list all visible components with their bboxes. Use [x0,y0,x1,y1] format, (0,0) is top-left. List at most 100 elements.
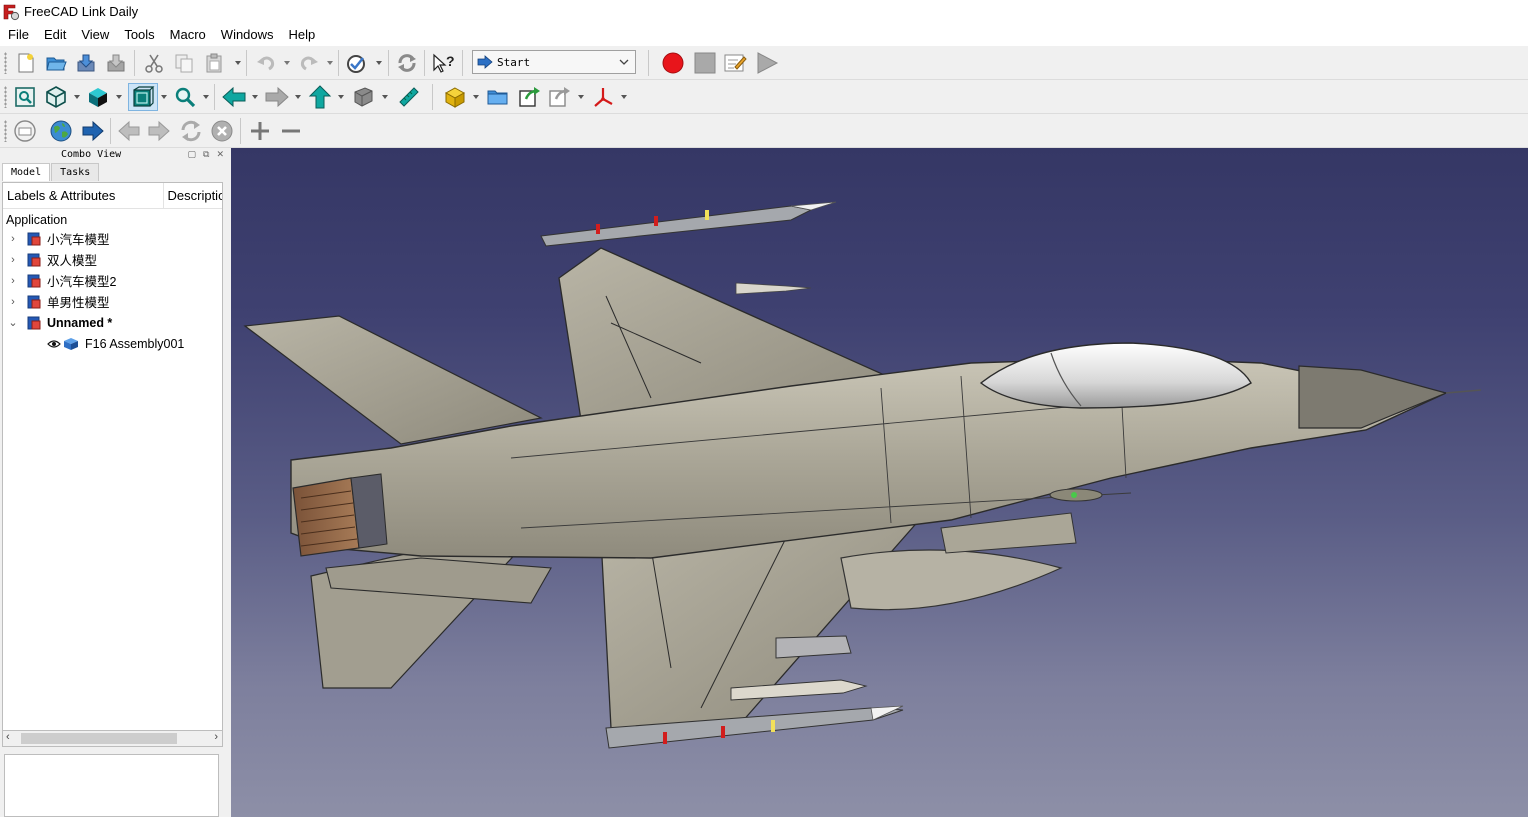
axis-dropdown-icon[interactable] [620,93,628,101]
web-forward-icon[interactable] [146,118,172,144]
f16-aircraft-model[interactable] [231,148,1528,817]
menu-view[interactable]: View [81,27,117,42]
toolbar-grip[interactable] [4,86,7,108]
forward-nav-icon[interactable] [263,84,291,110]
link-import-icon[interactable] [546,84,572,110]
new-document-icon[interactable] [14,51,38,75]
recompute-icon[interactable] [395,51,419,75]
macro-run-icon[interactable] [754,51,780,75]
toolbar-grip[interactable] [4,52,7,74]
tree-document-item[interactable]: › 小汽车模型 [3,228,222,249]
visibility-eye-icon[interactable] [47,339,61,349]
web-zoom-out-icon[interactable] [278,118,304,144]
menu-macro[interactable]: Macro [170,27,214,42]
menu-file[interactable]: File [8,27,37,42]
tree-root[interactable]: Application [3,209,222,230]
up-nav-icon[interactable] [306,84,334,110]
minimize-panel-icon[interactable]: ▢ [188,149,197,160]
forward-dropdown-icon[interactable] [294,93,302,101]
zoom-dropdown-icon[interactable] [202,93,210,101]
draw-style-dropdown-icon[interactable] [115,93,123,101]
draw-style-icon[interactable] [85,84,111,110]
link-icon[interactable] [516,84,542,110]
paste-icon[interactable] [202,51,226,75]
scroll-right-icon[interactable]: › [214,731,218,743]
up-dropdown-icon[interactable] [337,93,345,101]
chevron-right-icon[interactable]: › [7,296,19,308]
chevron-right-icon[interactable]: › [7,233,19,245]
column-header-labels[interactable]: Labels & Attributes [3,183,164,209]
paste-dropdown-icon[interactable] [234,59,242,67]
refresh-check-icon[interactable] [344,51,370,75]
save-as-icon[interactable] [104,51,128,75]
web-home-icon[interactable] [12,118,38,144]
document-icon [27,295,41,308]
web-refresh-icon[interactable] [178,118,204,144]
view-dropdown-icon[interactable] [73,93,81,101]
combo-view-tabs: Model Tasks [2,163,100,181]
isometric-view-icon[interactable] [43,84,69,110]
box-selection-dropdown-icon[interactable] [381,93,389,101]
web-zoom-in-icon[interactable] [247,118,273,144]
tree-document-item[interactable]: › 双人模型 [3,249,222,270]
whats-this-icon[interactable]: ? [430,51,456,75]
box-selection-icon[interactable] [350,84,376,110]
redo-icon[interactable] [297,51,321,75]
3d-viewport[interactable] [231,148,1528,817]
menu-windows[interactable]: Windows [221,27,282,42]
menu-edit[interactable]: Edit [44,27,74,42]
tab-model[interactable]: Model [2,163,51,181]
macro-edit-icon[interactable] [722,51,748,75]
close-icon[interactable]: ✕ [216,149,224,160]
menu-help[interactable]: Help [289,27,324,42]
web-go-icon[interactable] [80,118,106,144]
macro-record-icon[interactable] [660,51,686,75]
chevron-right-icon[interactable]: › [7,275,19,287]
toolbar-grip[interactable] [4,120,7,142]
web-globe-icon[interactable] [48,118,74,144]
undo-dropdown-icon[interactable] [283,59,291,67]
tree-document-item-active[interactable]: ⌄ Unnamed * [3,312,222,333]
toolbar-separator [388,50,389,76]
refresh-dropdown-icon[interactable] [375,59,383,67]
bounding-box-icon[interactable] [128,83,158,111]
cut-icon[interactable] [142,51,166,75]
tree-document-item[interactable]: › 单男性模型 [3,291,222,312]
web-stop-icon[interactable] [209,118,235,144]
tree-horizontal-scrollbar[interactable]: ‹ › [2,730,223,747]
back-dropdown-icon[interactable] [251,93,259,101]
web-toolbar [0,114,1528,148]
measure-icon[interactable] [396,84,422,110]
column-header-description[interactable]: Description [164,188,223,203]
back-nav-icon[interactable] [220,84,248,110]
redo-dropdown-icon[interactable] [326,59,334,67]
open-icon[interactable] [44,51,68,75]
scrollbar-thumb[interactable] [21,733,177,744]
axis-cross-icon[interactable] [590,84,616,110]
float-panel-icon[interactable]: ⧉ [203,149,209,160]
macro-stop-icon[interactable] [692,51,718,75]
chevron-down-icon[interactable]: ⌄ [7,316,19,329]
link-dropdown-icon[interactable] [577,93,585,101]
folder-icon[interactable] [485,84,511,110]
save-icon[interactable] [74,51,98,75]
tab-tasks[interactable]: Tasks [51,163,100,181]
chevron-right-icon[interactable]: › [7,254,19,266]
scroll-left-icon[interactable]: ‹ [6,731,10,743]
web-back-icon[interactable] [116,118,142,144]
zoom-icon[interactable] [172,84,198,110]
undo-icon[interactable] [254,51,278,75]
model-tree[interactable]: Labels & Attributes Description Applicat… [2,182,223,747]
menu-tools[interactable]: Tools [124,27,162,42]
object-label: F16 Assembly001 [85,336,185,351]
tree-object-item[interactable]: F16 Assembly001 [3,333,222,354]
copy-icon[interactable] [172,51,196,75]
tree-document-item[interactable]: › 小汽车模型2 [3,270,222,291]
bounding-box-dropdown-icon[interactable] [160,93,168,101]
workbench-selector[interactable]: Start [472,50,636,74]
property-view-panel[interactable] [4,754,219,817]
fit-all-icon[interactable] [12,84,38,110]
panel-splitter[interactable] [224,148,231,817]
part-icon[interactable] [442,84,468,110]
part-dropdown-icon[interactable] [472,93,480,101]
